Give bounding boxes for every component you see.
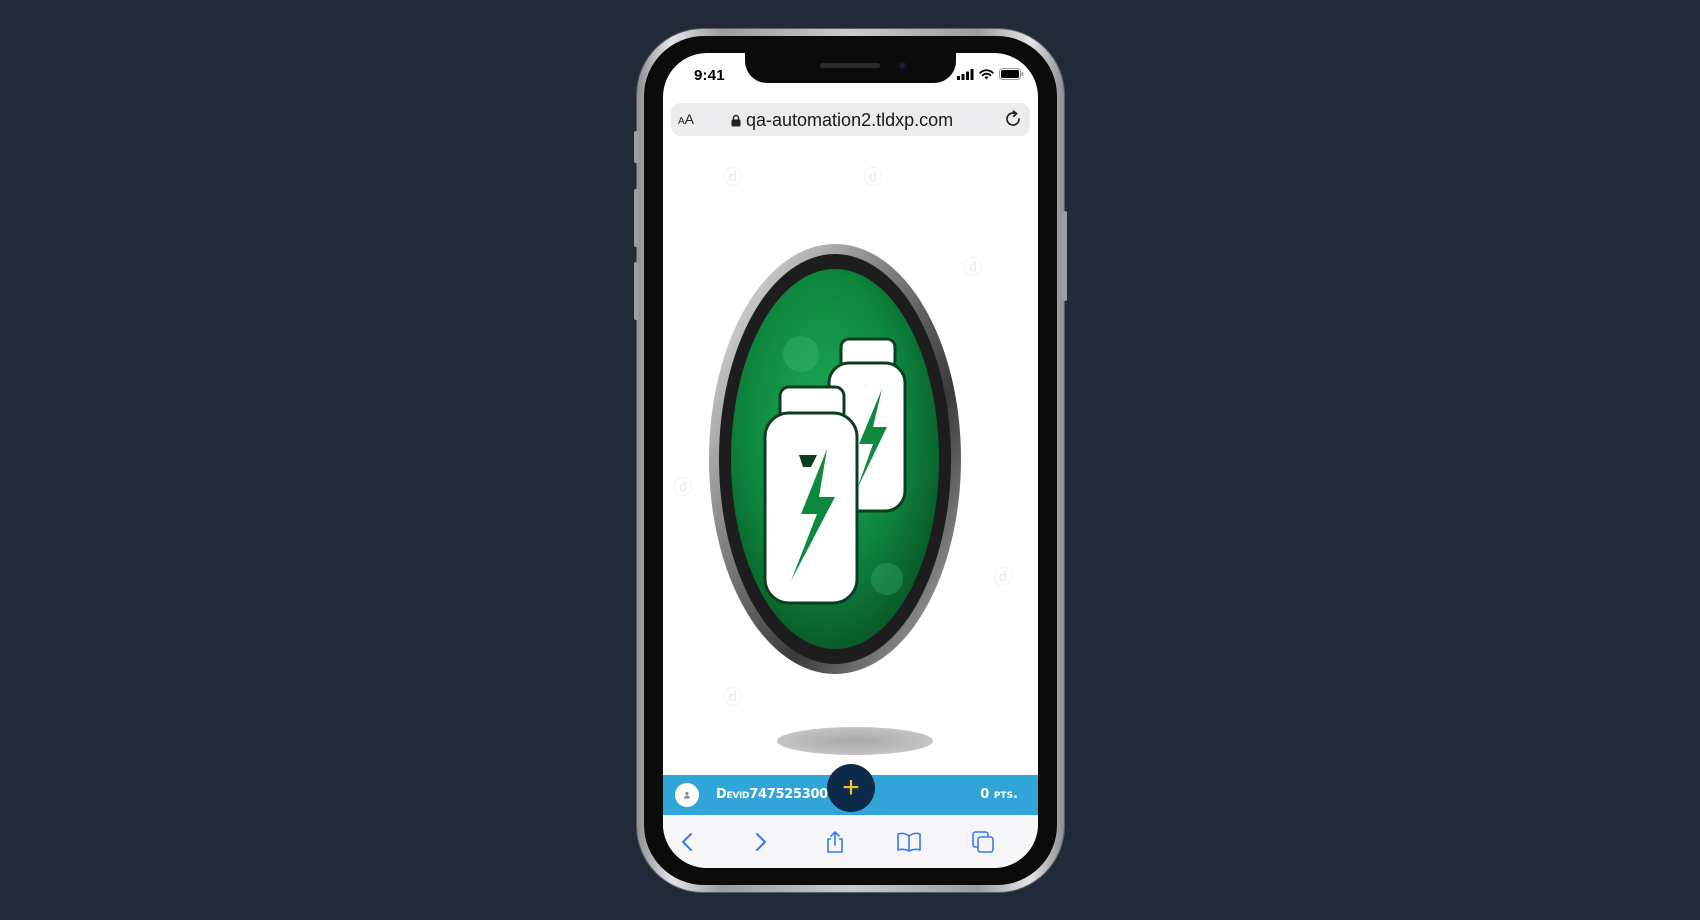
reload-icon[interactable]: [1003, 109, 1023, 129]
address-bar[interactable]: AA qa-automation2.tldxp.com: [671, 103, 1030, 136]
browser-toolbar: [663, 815, 1038, 868]
chevron-right-icon: [756, 833, 766, 851]
forward-button[interactable]: [746, 829, 776, 855]
url-field[interactable]: qa-automation2.tldxp.com: [731, 110, 953, 131]
tabs-icon: [972, 831, 994, 853]
camera: [899, 62, 906, 69]
phone-frame: 9:41 AA qa-automation2.tldxp.com ⓓ ⓓ ⓓ ⓓ…: [634, 29, 1067, 892]
avatar[interactable]: [675, 783, 699, 807]
bookmarks-button[interactable]: [894, 829, 924, 855]
watermark: ⓓ: [963, 255, 983, 279]
watermark: ⓓ: [723, 685, 743, 709]
share-icon: [827, 831, 843, 853]
signal-icon: [957, 68, 974, 80]
add-button[interactable]: +: [827, 764, 875, 812]
watermark: ⓓ: [863, 165, 883, 189]
mute-switch: [634, 131, 639, 163]
logo-shadow: [777, 727, 933, 755]
wifi-icon: [979, 68, 994, 79]
url-text: qa-automation2.tldxp.com: [746, 110, 954, 130]
points-badge: 0 pts.: [980, 787, 1018, 802]
page-content: ⓓ ⓓ ⓓ ⓓ ⓓ ⓓ: [663, 141, 1038, 801]
watermark: ⓓ: [673, 475, 693, 499]
battery-icon: [999, 68, 1024, 80]
energy-drink-logo: [709, 244, 961, 674]
phone-screen: 9:41 AA qa-automation2.tldxp.com ⓓ ⓓ ⓓ ⓓ…: [663, 53, 1038, 868]
back-button[interactable]: [672, 829, 702, 855]
power-button: [1062, 211, 1067, 301]
speaker: [820, 63, 880, 68]
watermark: ⓓ: [993, 565, 1013, 589]
bookmarks-icon: [897, 832, 921, 852]
add-icon: +: [842, 771, 860, 804]
volume-up-button: [634, 189, 639, 247]
lock-icon: [731, 114, 741, 127]
tabs-button[interactable]: [968, 829, 998, 855]
text-size-button[interactable]: AA: [678, 111, 694, 127]
status-icons: [957, 68, 1024, 80]
user-icon: [684, 791, 690, 799]
share-button[interactable]: [820, 829, 850, 855]
notch: [745, 53, 956, 83]
status-time: 9:41: [694, 67, 725, 84]
username: Devid74752530098: [716, 787, 846, 802]
watermark: ⓓ: [723, 165, 743, 189]
volume-down-button: [634, 262, 639, 320]
chevron-left-icon: [682, 833, 692, 851]
